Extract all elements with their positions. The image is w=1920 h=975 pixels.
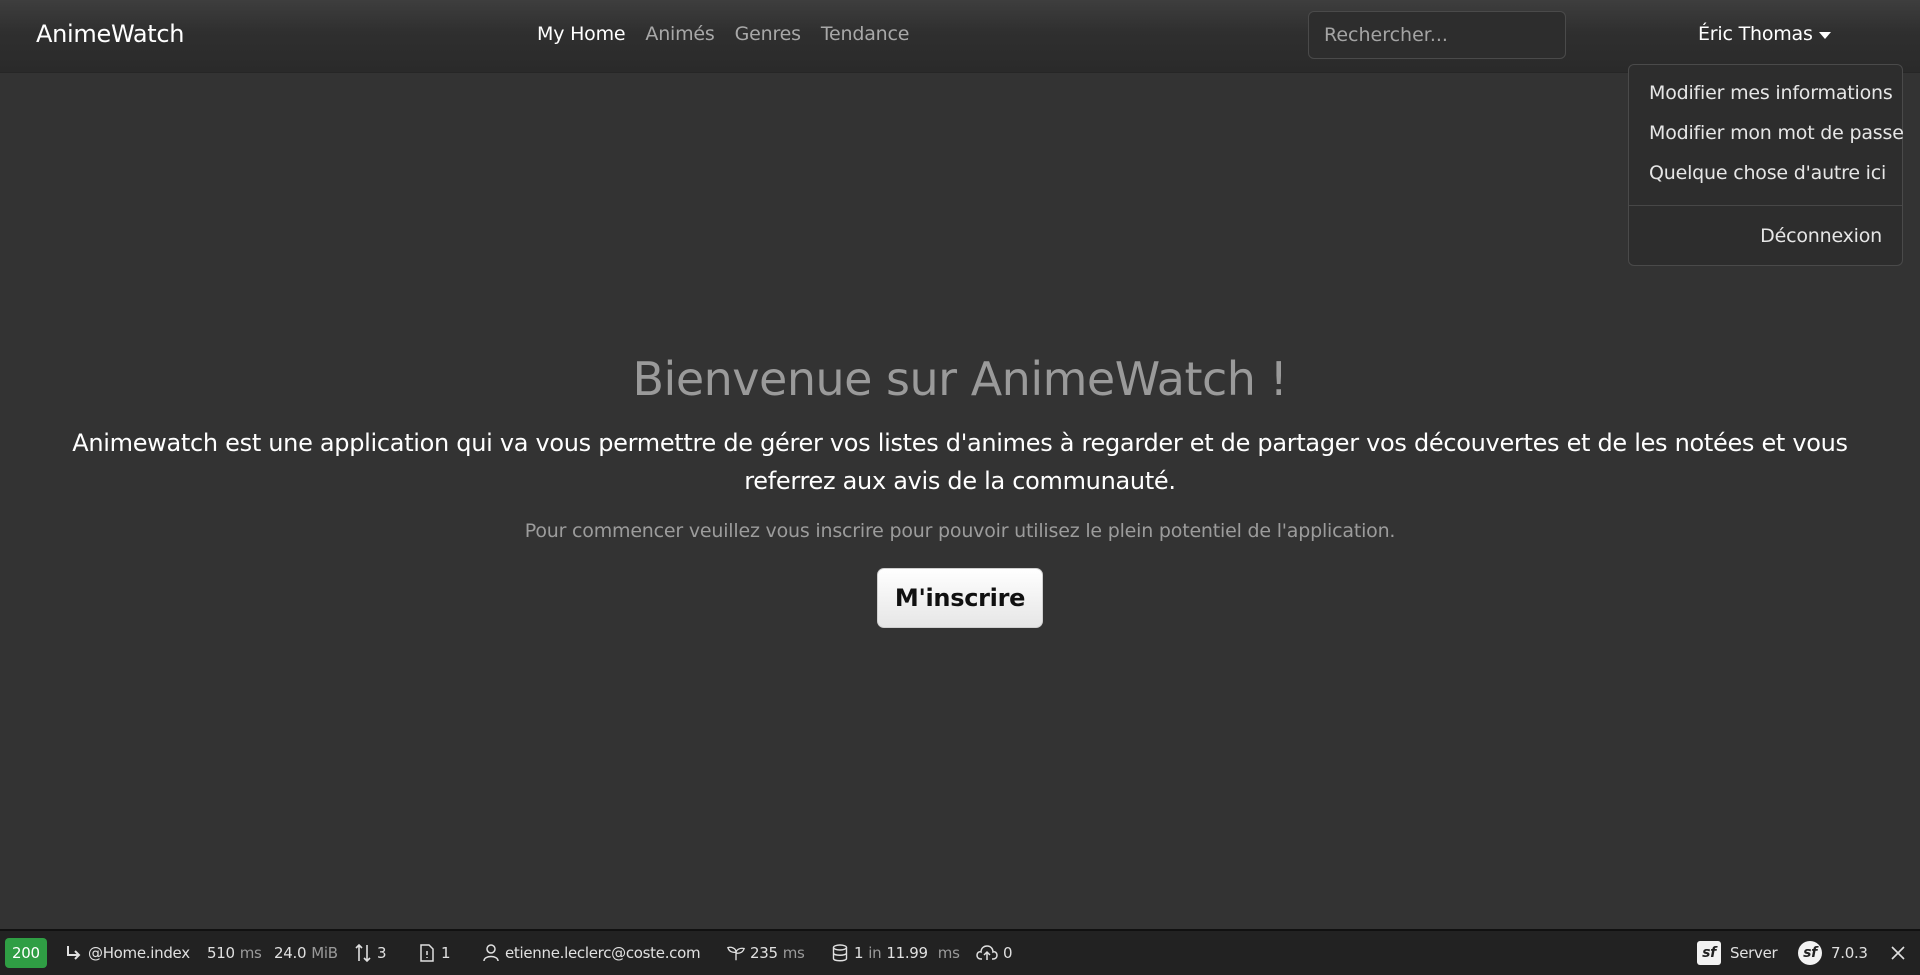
hero-subtext: Pour commencer veuillez vous inscrire po… <box>524 520 1396 542</box>
toolbar-forms[interactable]: 1 <box>418 931 451 975</box>
toolbar-twig[interactable]: 235 ms <box>727 931 805 975</box>
hero-lead: Animewatch est une application qui va vo… <box>72 429 1848 495</box>
twig-leaf-icon <box>727 944 745 962</box>
uploads-count: 0 <box>1003 944 1013 962</box>
db-unit: ms <box>937 944 960 962</box>
user-icon <box>482 944 500 962</box>
symfony-server-icon: sf <box>1697 941 1721 965</box>
database-icon <box>831 944 849 962</box>
server-label: Server <box>1730 944 1778 962</box>
symfony-logo-icon: sf <box>1798 941 1822 965</box>
toolbar-close-button[interactable] <box>1889 931 1907 975</box>
toolbar-route[interactable]: @Home.index <box>65 931 190 975</box>
toolbar-time[interactable]: 510 ms <box>207 931 262 975</box>
toolbar-server[interactable]: sf Server <box>1697 931 1778 975</box>
user-name: Éric Thomas <box>1698 23 1813 45</box>
twig-time: 235 <box>750 944 778 962</box>
toolbar-symfony-version[interactable]: sf 7.0.3 <box>1798 931 1868 975</box>
hero-title: Bienvenue sur AnimeWatch ! <box>632 352 1289 406</box>
main-nav: My Home Animés Genres Tendance <box>537 23 909 45</box>
search-input[interactable] <box>1308 11 1566 59</box>
symfony-version: 7.0.3 <box>1831 944 1868 962</box>
db-in: in <box>868 944 882 962</box>
memory-value: 24.0 <box>274 944 307 962</box>
menu-item-other[interactable]: Quelque chose d'autre ici <box>1649 162 1886 184</box>
user-menu-toggle[interactable]: Éric Thomas <box>1698 23 1831 45</box>
navbar: AnimeWatch My Home Animés Genres Tendanc… <box>0 0 1920 73</box>
cloud-upload-icon <box>976 944 998 962</box>
menu-item-change-password[interactable]: Modifier mon mot de passe <box>1649 122 1904 144</box>
dropdown-divider <box>1629 205 1902 206</box>
brand-logo[interactable]: AnimeWatch <box>36 20 184 48</box>
debug-toolbar: 200 @Home.index 510 ms 24.0 MiB 3 1 etie… <box>0 929 1920 975</box>
db-time: 11.99 <box>886 944 928 962</box>
toolbar-uploads[interactable]: 0 <box>976 931 1013 975</box>
twig-unit: ms <box>782 944 805 962</box>
toolbar-user[interactable]: etienne.leclerc@coste.com <box>482 931 701 975</box>
toolbar-database[interactable]: 1 in 11.99 ms <box>831 931 960 975</box>
nav-link-genres[interactable]: Genres <box>735 23 801 45</box>
forms-count: 1 <box>441 944 451 962</box>
route-name: @Home.index <box>88 944 190 962</box>
register-button[interactable]: M'inscrire <box>877 568 1043 628</box>
time-value: 510 <box>207 944 235 962</box>
menu-item-logout[interactable]: Déconnexion <box>1760 225 1882 247</box>
toolbar-memory[interactable]: 24.0 MiB <box>274 931 338 975</box>
user-email: etienne.leclerc@coste.com <box>505 944 701 962</box>
form-document-icon <box>418 944 436 962</box>
caret-down-icon <box>1818 31 1831 39</box>
status-badge: 200 <box>5 938 47 968</box>
nav-link-my-home[interactable]: My Home <box>537 23 626 45</box>
nav-link-tendance[interactable]: Tendance <box>821 23 910 45</box>
db-queries: 1 <box>854 944 864 962</box>
toolbar-status[interactable]: 200 <box>5 931 47 975</box>
nav-link-animes[interactable]: Animés <box>645 23 714 45</box>
menu-item-edit-info[interactable]: Modifier mes informations <box>1649 82 1893 104</box>
arrows-updown-icon <box>354 943 372 963</box>
toolbar-requests[interactable]: 3 <box>354 931 387 975</box>
time-unit: ms <box>239 944 262 962</box>
requests-count: 3 <box>377 944 387 962</box>
route-arrow-icon <box>65 944 83 962</box>
user-dropdown-menu: Modifier mes informations Modifier mon m… <box>1628 64 1904 266</box>
close-icon <box>1889 944 1907 962</box>
memory-unit: MiB <box>311 944 338 962</box>
